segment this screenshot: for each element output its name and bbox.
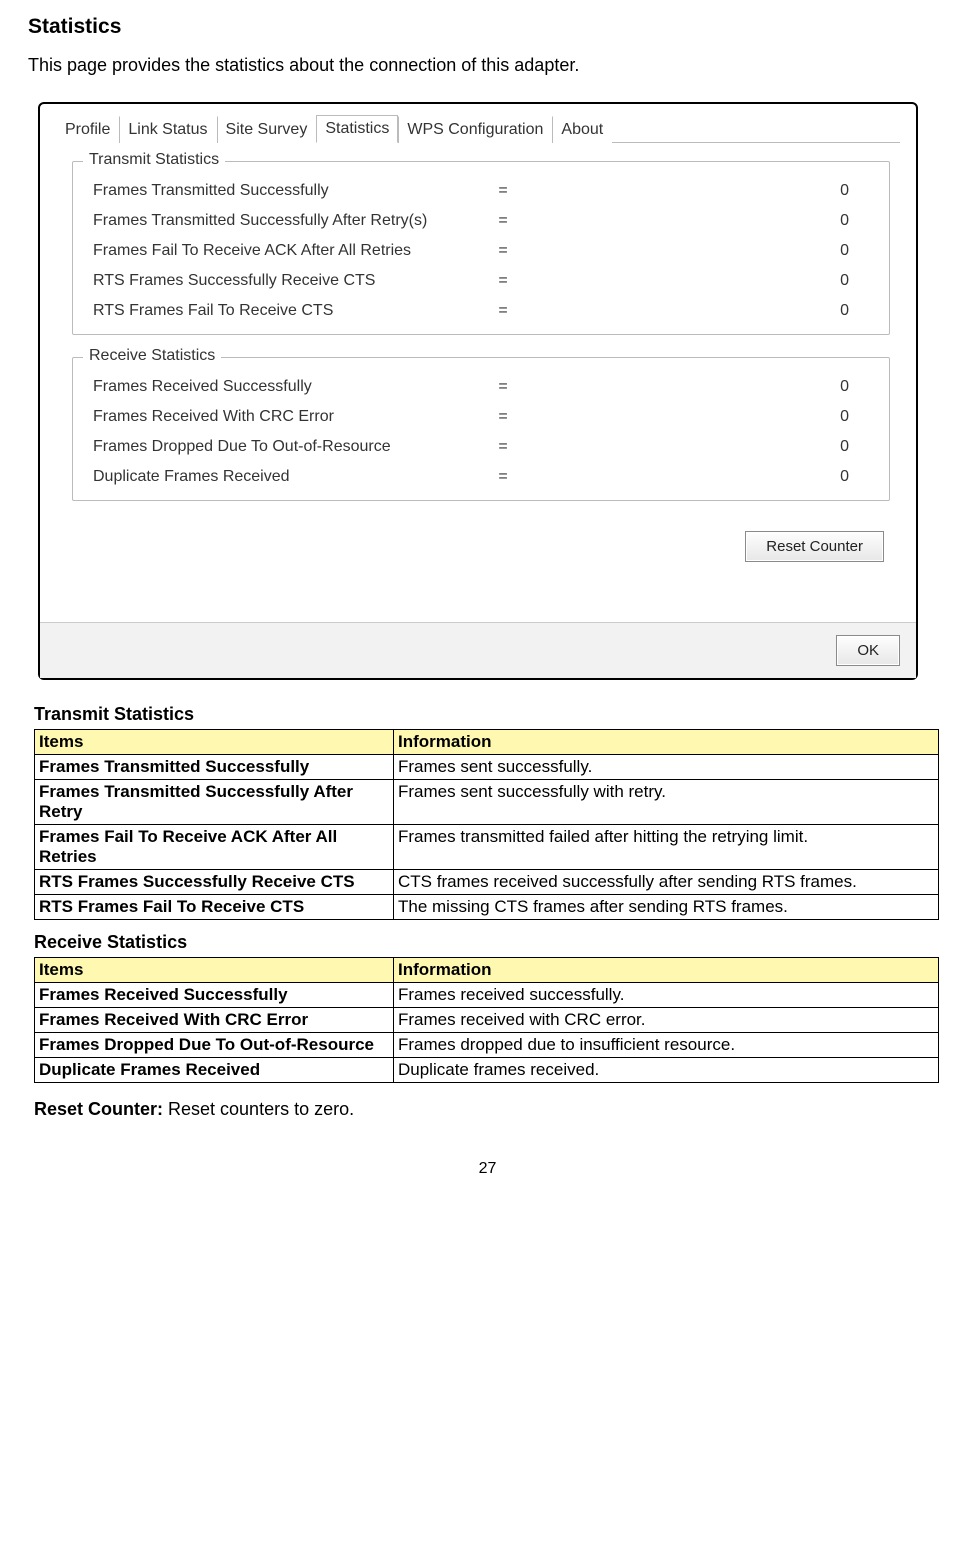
table-item: Frames Fail To Receive ACK After All Ret… bbox=[35, 825, 394, 870]
page-heading: Statistics bbox=[28, 15, 947, 39]
table-row: Frames Transmitted SuccessfullyFrames se… bbox=[35, 755, 939, 780]
receive-stat-label: Frames Received With CRC Error bbox=[93, 408, 483, 426]
reset-counter-note: Reset Counter: Reset counters to zero. bbox=[34, 1099, 947, 1120]
table-item: Frames Dropped Due To Out-of-Resource bbox=[35, 1033, 394, 1058]
table-row: RTS Frames Successfully Receive CTSCTS f… bbox=[35, 870, 939, 895]
table-row: Duplicate Frames ReceivedDuplicate frame… bbox=[35, 1058, 939, 1083]
page-number: 27 bbox=[28, 1160, 947, 1178]
receive-stat-label: Frames Received Successfully bbox=[93, 378, 483, 396]
receive-stat-row: Frames Received With CRC Error=0 bbox=[89, 402, 873, 432]
receive-stat-row: Duplicate Frames Received=0 bbox=[89, 462, 873, 492]
tab-profile[interactable]: Profile bbox=[56, 116, 119, 143]
reset-counter-button[interactable]: Reset Counter bbox=[745, 531, 884, 562]
table-row: Frames Received With CRC ErrorFrames rec… bbox=[35, 1008, 939, 1033]
table-info: Frames received successfully. bbox=[394, 983, 939, 1008]
tab-site-survey[interactable]: Site Survey bbox=[217, 116, 317, 143]
equals-sign: = bbox=[483, 438, 523, 456]
receive-groupbox: Receive Statistics Frames Received Succe… bbox=[72, 357, 890, 501]
receive-stat-row: Frames Dropped Due To Out-of-Resource=0 bbox=[89, 432, 873, 462]
reset-counter-note-text: Reset counters to zero. bbox=[163, 1099, 354, 1119]
transmit-stat-value: 0 bbox=[523, 212, 869, 230]
transmit-groupbox: Transmit Statistics Frames Transmitted S… bbox=[72, 161, 890, 335]
receive-table-title: Receive Statistics bbox=[34, 932, 947, 953]
receive-stat-label: Duplicate Frames Received bbox=[93, 468, 483, 486]
receive-groupbox-title: Receive Statistics bbox=[83, 347, 221, 365]
table-item: RTS Frames Fail To Receive CTS bbox=[35, 895, 394, 920]
table-info: Frames received with CRC error. bbox=[394, 1008, 939, 1033]
transmit-stat-value: 0 bbox=[523, 182, 869, 200]
intro-text: This page provides the statistics about … bbox=[28, 55, 947, 76]
receive-stat-value: 0 bbox=[523, 468, 869, 486]
table-info: The missing CTS frames after sending RTS… bbox=[394, 895, 939, 920]
dialog-footer: OK bbox=[40, 622, 916, 678]
receive-table-header-info: Information bbox=[394, 958, 939, 983]
transmit-stat-row: Frames Transmitted Successfully After Re… bbox=[89, 206, 873, 236]
transmit-stat-value: 0 bbox=[523, 272, 869, 290]
receive-stat-value: 0 bbox=[523, 408, 869, 426]
receive-stat-value: 0 bbox=[523, 378, 869, 396]
reset-counter-note-label: Reset Counter: bbox=[34, 1099, 163, 1119]
receive-stat-label: Frames Dropped Due To Out-of-Resource bbox=[93, 438, 483, 456]
table-row: RTS Frames Fail To Receive CTSThe missin… bbox=[35, 895, 939, 920]
equals-sign: = bbox=[483, 212, 523, 230]
table-info: CTS frames received successfully after s… bbox=[394, 870, 939, 895]
equals-sign: = bbox=[483, 242, 523, 260]
table-row: Frames Received SuccessfullyFrames recei… bbox=[35, 983, 939, 1008]
transmit-stat-label: Frames Fail To Receive ACK After All Ret… bbox=[93, 242, 483, 260]
transmit-info-table: Items Information Frames Transmitted Suc… bbox=[34, 729, 939, 920]
transmit-stat-row: RTS Frames Successfully Receive CTS=0 bbox=[89, 266, 873, 296]
receive-stat-row: Frames Received Successfully=0 bbox=[89, 372, 873, 402]
equals-sign: = bbox=[483, 272, 523, 290]
equals-sign: = bbox=[483, 182, 523, 200]
transmit-stat-label: RTS Frames Fail To Receive CTS bbox=[93, 302, 483, 320]
ok-button[interactable]: OK bbox=[836, 635, 900, 666]
tab-about[interactable]: About bbox=[552, 116, 612, 143]
table-item: Frames Received Successfully bbox=[35, 983, 394, 1008]
transmit-stat-label: Frames Transmitted Successfully bbox=[93, 182, 483, 200]
transmit-table-header-items: Items bbox=[35, 730, 394, 755]
receive-stat-value: 0 bbox=[523, 438, 869, 456]
table-info: Frames sent successfully with retry. bbox=[394, 780, 939, 825]
transmit-table-header-info: Information bbox=[394, 730, 939, 755]
table-info: Frames sent successfully. bbox=[394, 755, 939, 780]
transmit-stat-row: Frames Transmitted Successfully=0 bbox=[89, 176, 873, 206]
equals-sign: = bbox=[483, 408, 523, 426]
table-item: Frames Transmitted Successfully bbox=[35, 755, 394, 780]
receive-table-header-items: Items bbox=[35, 958, 394, 983]
tab-wps-configuration[interactable]: WPS Configuration bbox=[398, 116, 552, 143]
equals-sign: = bbox=[483, 468, 523, 486]
tab-statistics[interactable]: Statistics bbox=[316, 115, 398, 143]
transmit-stat-row: RTS Frames Fail To Receive CTS=0 bbox=[89, 296, 873, 326]
transmit-stat-value: 0 bbox=[523, 242, 869, 260]
transmit-stat-label: Frames Transmitted Successfully After Re… bbox=[93, 212, 483, 230]
equals-sign: = bbox=[483, 378, 523, 396]
table-info: Frames dropped due to insufficient resou… bbox=[394, 1033, 939, 1058]
tab-link-status[interactable]: Link Status bbox=[119, 116, 216, 143]
transmit-stat-row: Frames Fail To Receive ACK After All Ret… bbox=[89, 236, 873, 266]
table-row: Frames Transmitted Successfully After Re… bbox=[35, 780, 939, 825]
transmit-stat-value: 0 bbox=[523, 302, 869, 320]
table-info: Frames transmitted failed after hitting … bbox=[394, 825, 939, 870]
transmit-stat-label: RTS Frames Successfully Receive CTS bbox=[93, 272, 483, 290]
table-item: RTS Frames Successfully Receive CTS bbox=[35, 870, 394, 895]
table-info: Duplicate frames received. bbox=[394, 1058, 939, 1083]
receive-info-table: Items Information Frames Received Succes… bbox=[34, 957, 939, 1083]
statistics-dialog: ProfileLink StatusSite SurveyStatisticsW… bbox=[38, 102, 918, 680]
transmit-groupbox-title: Transmit Statistics bbox=[83, 151, 225, 169]
table-item: Frames Received With CRC Error bbox=[35, 1008, 394, 1033]
tab-strip: ProfileLink StatusSite SurveyStatisticsW… bbox=[56, 114, 900, 143]
table-row: Frames Fail To Receive ACK After All Ret… bbox=[35, 825, 939, 870]
table-item: Frames Transmitted Successfully After Re… bbox=[35, 780, 394, 825]
transmit-table-title: Transmit Statistics bbox=[34, 704, 947, 725]
table-row: Frames Dropped Due To Out-of-ResourceFra… bbox=[35, 1033, 939, 1058]
table-item: Duplicate Frames Received bbox=[35, 1058, 394, 1083]
equals-sign: = bbox=[483, 302, 523, 320]
